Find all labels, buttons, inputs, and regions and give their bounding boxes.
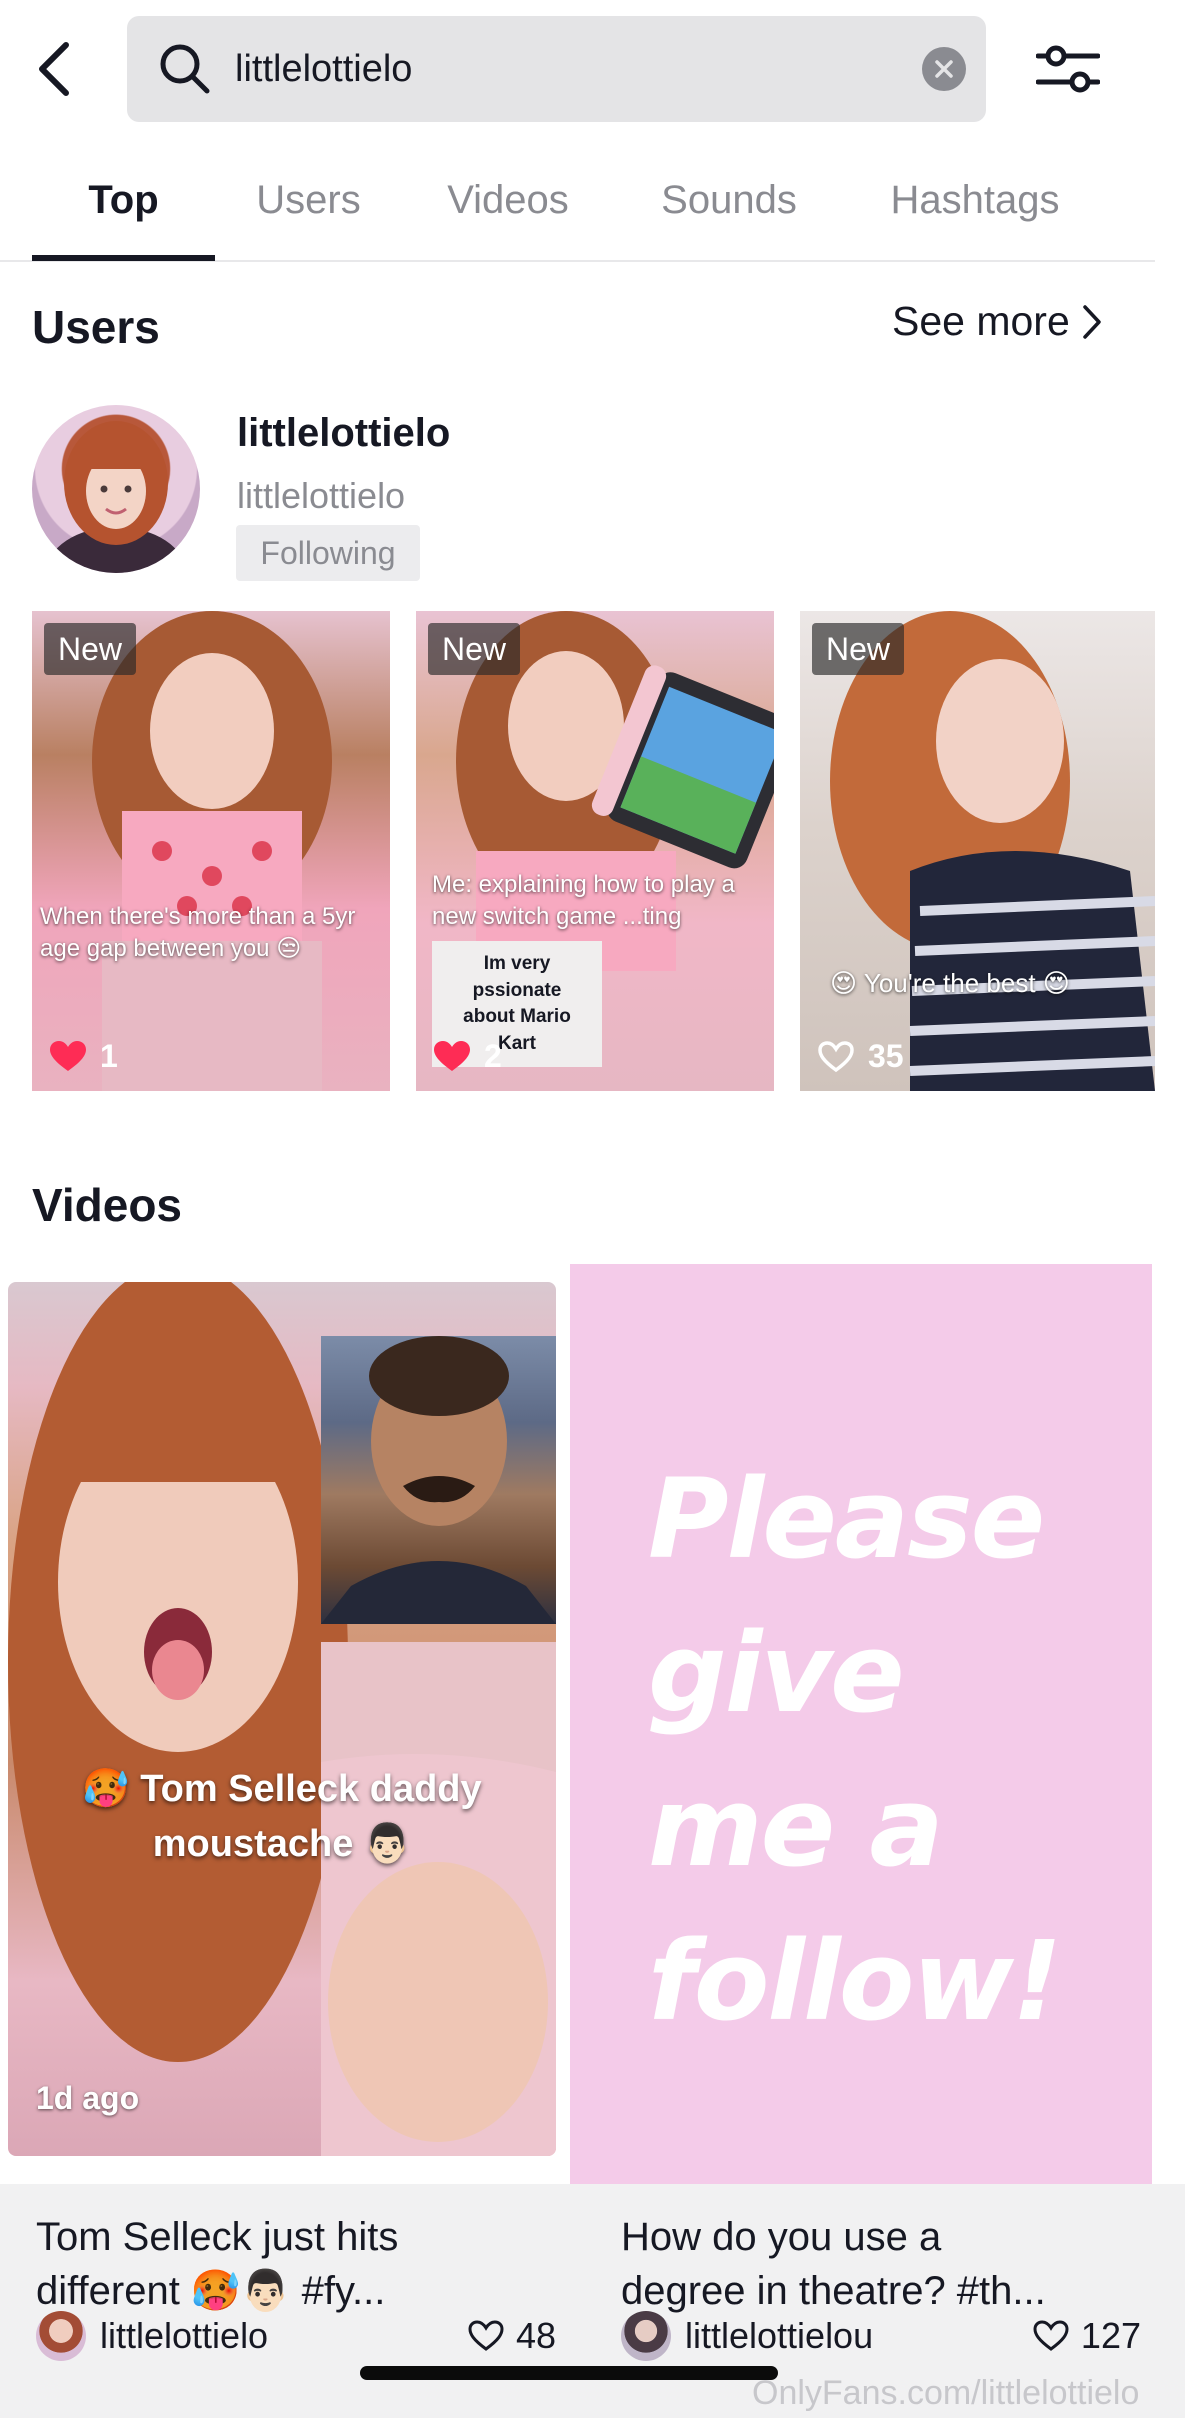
videos-section-title: Videos [32,1179,182,1231]
video-meta: littlelottielo 48 [36,2306,556,2366]
video-caption: When there's more than a 5yr age gap bet… [40,903,356,963]
new-badge: New [44,623,137,675]
close-icon [935,60,953,78]
filter-button[interactable] [1030,36,1106,102]
description-line: Tom Selleck just hits [36,2215,399,2259]
overlay-line: give [648,1609,905,1737]
likes-count: 35 [868,1038,904,1074]
video-age: 1d ago [36,2080,140,2116]
new-badge: New [428,623,521,675]
user-result[interactable]: littlelottielo littlelottielo Following [32,405,1132,581]
video-likes: 127 [1033,2315,1141,2357]
chevron-left-icon [39,42,69,96]
overlay-line: Please [648,1455,1045,1583]
heart-filled-icon [434,1040,470,1071]
green-screen-inset [321,1336,556,1624]
overlay-line: follow! [648,1917,1062,2045]
overlay-line: moustache 👨🏻 [152,1823,412,1866]
new-badge: New [812,623,905,675]
back-button[interactable] [28,36,78,102]
tab-users[interactable]: Users [236,150,381,262]
home-indicator[interactable] [360,2366,778,2380]
heart-outline-icon [818,1040,854,1072]
video-likes: 48 [468,2315,556,2357]
tab-videos[interactable]: Videos [428,150,588,262]
see-more-label: See more [892,298,1070,344]
sliders-icon [1036,45,1100,93]
heart-outline-icon [1033,2320,1069,2351]
user-handle: littlelottielo [237,475,406,516]
video-description: How do you use a degree in theatre? #th.… [621,2210,1141,2318]
search-icon [160,44,210,94]
video-caption: 😍 You're the best 😍 [830,968,1070,998]
likes-count: 2 [484,1038,502,1074]
user-video-thumbnail[interactable]: New Me: explaining how to play a new swi… [416,611,774,1091]
video-caption: Me: explaining how to play a new switch … [432,871,735,931]
video-text-overlay: 🥵 Tom Selleck daddy moustache 👨🏻 [8,1762,556,1872]
user-videos-row: New When there's more than a 5yr age gap… [32,611,1155,1091]
likes-count: 48 [515,2315,556,2356]
author-name[interactable]: littlelottielo [100,2315,468,2357]
author-name[interactable]: littlelottielou [685,2315,1033,2357]
video-likes: 2 [434,1038,502,1075]
thumbnail-art [830,611,1155,1091]
heart-filled-icon [50,1040,86,1071]
thumbnail-art [92,611,332,1091]
user-video-thumbnail[interactable]: New When there's more than a 5yr age gap… [32,611,390,1091]
search-tabs: Top Users Videos Sounds Hashtags [0,150,1155,262]
overlay-line: me a [648,1763,944,1891]
clear-search-button[interactable] [922,47,966,91]
overlay-line: 🥵 Tom Selleck daddy [82,1768,482,1810]
avatar-portrait [46,421,186,573]
following-button[interactable]: Following [236,525,420,581]
video-likes: 35 [818,1038,904,1075]
user-name[interactable]: littlelottielo [237,411,450,456]
user-video-thumbnail[interactable]: New 😍 You're the best 😍 35 [800,611,1155,1091]
tab-hashtags[interactable]: Hashtags [870,150,1080,262]
video-caption-card[interactable]: Tom Selleck just hits different 🥵👨🏻 #fy.… [0,2184,585,2418]
description-line: How do you use a [621,2215,942,2259]
video-description: Tom Selleck just hits different 🥵👨🏻 #fy.… [36,2210,556,2318]
author-avatar[interactable] [621,2311,671,2361]
see-more-link[interactable]: See more [892,298,1102,345]
chevron-right-icon [1083,304,1101,339]
search-input[interactable] [235,16,875,122]
video-meta: littlelottielou 127 [621,2306,1141,2366]
watermark: OnlyFans.com/littlelottielo [752,2374,1140,2412]
video-likes: 1 [50,1038,118,1075]
users-section-title: Users [32,301,160,353]
tab-top[interactable]: Top [32,150,215,262]
video-card[interactable]: 🥵 Tom Selleck daddy moustache 👨🏻 1d ago [8,1282,556,2156]
author-avatar[interactable] [36,2311,86,2361]
tab-sounds[interactable]: Sounds [644,150,814,262]
video-card[interactable]: Please give me a follow! [570,1264,1152,2184]
likes-count: 127 [1080,2315,1141,2356]
likes-count: 1 [100,1038,118,1074]
video-text-overlay: Please give me a follow! [648,1442,1062,2058]
search-bar[interactable] [127,16,986,122]
inset-art [321,1336,556,1624]
active-tab-indicator [32,255,215,261]
heart-outline-icon [468,2320,504,2351]
top-bar [0,0,1185,140]
avatar[interactable] [32,405,200,573]
